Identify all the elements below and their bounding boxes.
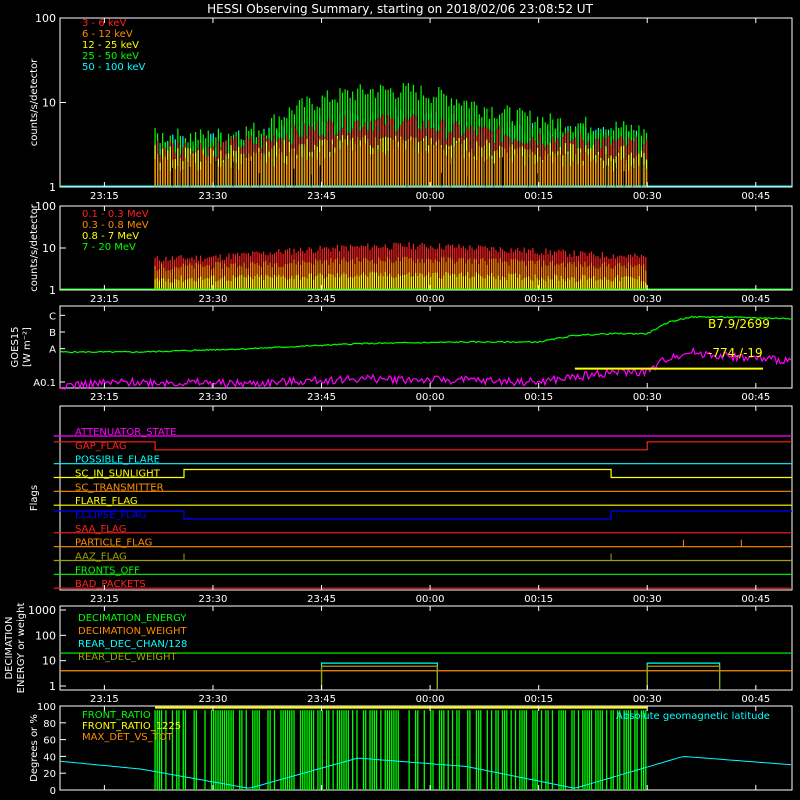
goes-yunit: [W m⁻²] [22, 327, 33, 367]
flags-xtick-label: 00:00 [416, 594, 445, 605]
xray-ytick-label: 1 [49, 181, 56, 194]
goes-series-0 [59, 315, 792, 354]
xray-legend-3: 25 - 50 keV [82, 51, 139, 62]
ratio-ytick-label: 20 [43, 769, 56, 780]
dec-ytick-label: 100 [35, 629, 56, 642]
gamma-xtick-label: 00:45 [741, 294, 770, 305]
flags-xtick-label: 00:30 [633, 594, 662, 605]
dec-ytick-label: 1 [49, 680, 56, 693]
flags-xtick-label: 00:15 [524, 594, 553, 605]
ratio-legend-2: MAX_DET_VS_TOT [82, 732, 174, 743]
ratio-latitude [59, 756, 792, 789]
flags-xtick-label: 23:45 [307, 594, 336, 605]
flag-line-6 [53, 510, 792, 520]
gamma-legend-1: 0.3 - 0.8 MeV [82, 220, 149, 231]
hessi-summary-chart: HESSI Observing Summary, starting on 201… [4, 2, 793, 797]
goes-ytick-label: A [49, 345, 56, 356]
flag-label-1: GAP_FLAG [75, 441, 127, 452]
gamma-legend-0: 0.1 - 0.3 MeV [82, 209, 149, 220]
dec-ylabel-2: ENERGY or weight [16, 603, 27, 694]
xray-xtick-label: 00:00 [416, 191, 445, 202]
dec-series-2 [320, 662, 721, 690]
dec-xtick-label: 23:30 [199, 694, 228, 705]
chart-title: HESSI Observing Summary, starting on 201… [207, 2, 593, 16]
dec-legend-3: REAR_DEC_WEIGHT [78, 652, 177, 663]
xray-ylabel: counts/s/detector [29, 58, 40, 146]
xray-xtick-label: 23:45 [307, 191, 336, 202]
goes-ytick-label: B [49, 328, 56, 339]
xray-xtick-label: 23:30 [199, 191, 228, 202]
dec-series-3 [320, 665, 721, 690]
xray-xtick-label: 23:15 [90, 191, 119, 202]
gamma-xtick-label: 00:30 [633, 294, 662, 305]
goes-annotation-1: -774./-19 [708, 346, 763, 360]
dec-xtick-label: 00:45 [741, 694, 770, 705]
xray-legend-1: 6 - 12 keV [82, 29, 133, 40]
xray-legend-4: 50 - 100 keV [82, 62, 146, 73]
goes-ylabel: GOES15 [10, 326, 21, 367]
gamma-legend-2: 0.8 - 7 MeV [82, 231, 139, 242]
dec-ytick-label: 10 [42, 655, 56, 668]
goes-xtick-label: 00:00 [416, 392, 445, 403]
flag-label-6: ECLIPSE_FLAG [75, 510, 146, 521]
ratio-ytick-label: 80 [43, 719, 56, 730]
xray-xtick-label: 00:15 [524, 191, 553, 202]
gamma-xtick-label: 00:00 [416, 294, 445, 305]
gamma-ytick-label: 1 [49, 284, 56, 297]
gamma-xtick-label: 23:45 [307, 294, 336, 305]
ratio-ytick-label: 60 [43, 736, 56, 747]
goes-xtick-label: 23:30 [199, 392, 228, 403]
dec-xtick-label: 23:15 [90, 694, 119, 705]
flags-ylabel: Flags [29, 485, 40, 511]
dec-legend-0: DECIMATION_ENERGY [78, 613, 187, 624]
gamma-xtick-label: 00:15 [524, 294, 553, 305]
goes-annotation-0: B7.9/2699 [708, 317, 770, 331]
gamma-legend-3: 7 - 20 MeV [82, 242, 136, 253]
xray-xtick-label: 00:45 [741, 191, 770, 202]
xray-ytick-label: 10 [42, 97, 56, 110]
flag-line-1 [53, 441, 792, 451]
dec-xtick-label: 23:45 [307, 694, 336, 705]
dec-legend-1: DECIMATION_WEIGHT [78, 626, 187, 637]
dec-ytick-label: 1000 [28, 604, 56, 617]
goes-ytick-label: C [49, 311, 56, 322]
flags-xtick-label: 00:45 [741, 594, 770, 605]
ratio-ytick-label: 40 [43, 752, 56, 763]
xray-xtick-label: 00:30 [633, 191, 662, 202]
xray-legend-2: 12 - 25 keV [82, 40, 139, 51]
dec-legend-2: REAR_DEC_CHAN/128 [78, 639, 187, 650]
dec-ylabel-1: DECIMATION [4, 616, 15, 679]
dec-xtick-label: 00:30 [633, 694, 662, 705]
gamma-ylabel: counts/s/detector [29, 203, 40, 291]
gamma-xtick-label: 23:15 [90, 294, 119, 305]
goes-frame [59, 305, 793, 389]
dec-xtick-label: 00:00 [416, 694, 445, 705]
ratio-legend-1: FRONT_RATIO_1225 [82, 721, 181, 732]
flags-xtick-label: 23:15 [90, 594, 119, 605]
ratio-ytick-label: 0 [50, 786, 56, 797]
gamma-xtick-label: 23:30 [199, 294, 228, 305]
goes-xtick-label: 00:45 [741, 392, 770, 403]
flag-line-3 [53, 468, 792, 479]
ratio-legend-latitude: Absolute geomagnetic latitude [616, 711, 770, 722]
gamma-ytick-label: 10 [42, 242, 56, 255]
goes-xtick-label: 23:45 [307, 392, 336, 403]
ratio-ytick-label: 100 [37, 702, 56, 713]
ratio-legend-0: FRONT_RATIO [82, 710, 151, 721]
goes-xtick-label: 00:30 [633, 392, 662, 403]
flags-xtick-label: 23:30 [199, 594, 228, 605]
goes-xtick-label: 00:15 [524, 392, 553, 403]
dec-xtick-label: 00:15 [524, 694, 553, 705]
ratio-ylabel: Degrees or % [29, 714, 40, 782]
goes-xtick-label: 23:15 [90, 392, 119, 403]
goes-ytick-label: A0.1 [33, 378, 56, 389]
xray-ytick-label: 100 [35, 12, 56, 25]
